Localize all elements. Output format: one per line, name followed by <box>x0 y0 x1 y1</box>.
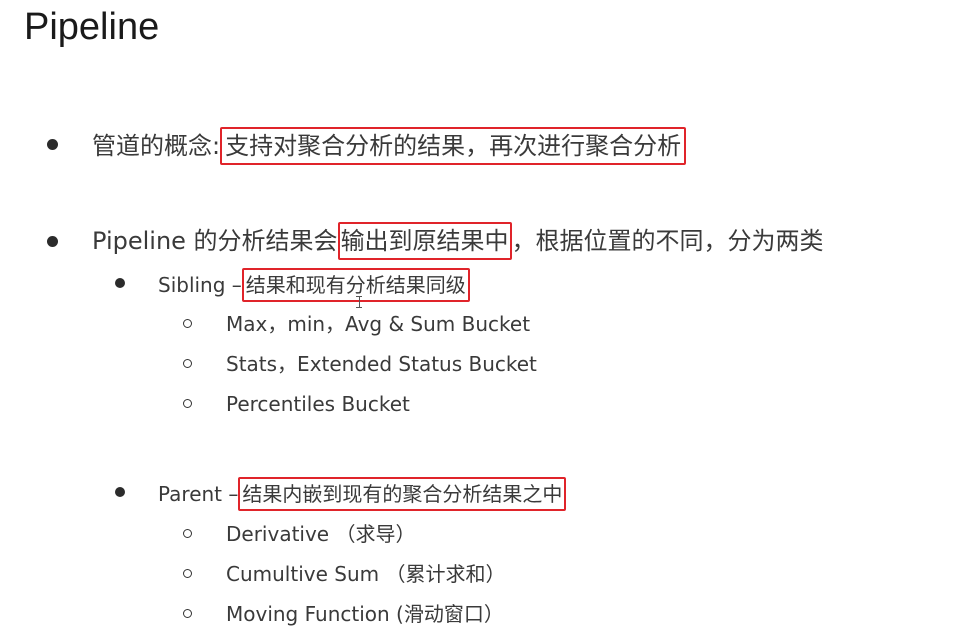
circle-bullet-icon <box>183 529 192 538</box>
bullet-concept-prefix: 管道的概念: <box>92 132 221 160</box>
sibling-item: Sibling – 结果和现有分析结果同级 <box>158 268 470 302</box>
parent-item: Parent – 结果内嵌到现有的聚合分析结果之中 <box>158 477 567 511</box>
sibling-prefix: Sibling – <box>158 273 242 297</box>
bullet-output: Pipeline 的分析结果会 输出到原结果中 ，根据位置的不同，分为两类 <box>92 222 824 260</box>
sibling-subitem: Percentiles Bucket <box>226 392 410 416</box>
circle-bullet-icon <box>183 319 192 328</box>
parent-highlight: 结果内嵌到现有的聚合分析结果之中 <box>238 477 567 511</box>
bullet-output-highlight: 输出到原结果中 <box>337 222 512 260</box>
bullet-dot-icon <box>47 139 58 150</box>
circle-bullet-icon <box>183 609 192 618</box>
text-cursor-icon <box>356 296 362 308</box>
parent-subitem: Derivative （求导） <box>226 522 416 546</box>
bullet-output-prefix: Pipeline 的分析结果会 <box>92 227 338 255</box>
sibling-subitem: Max，min，Avg & Sum Bucket <box>226 312 531 336</box>
slide-title: Pipeline <box>24 6 160 48</box>
parent-subitem: Cumultive Sum （累计求和） <box>226 562 506 586</box>
circle-bullet-icon <box>183 569 192 578</box>
circle-bullet-icon <box>183 399 192 408</box>
bullet-output-suffix: ，根据位置的不同，分为两类 <box>511 227 824 255</box>
bullet-dot-icon <box>115 487 125 497</box>
parent-prefix: Parent – <box>158 482 239 506</box>
bullet-concept: 管道的概念: 支持对聚合分析的结果，再次进行聚合分析 <box>92 127 687 165</box>
slide: Pipeline 管道的概念: 支持对聚合分析的结果，再次进行聚合分析 Pipe… <box>0 0 957 641</box>
sibling-subitem: Stats，Extended Status Bucket <box>226 352 537 376</box>
bullet-concept-highlight: 支持对聚合分析的结果，再次进行聚合分析 <box>220 127 687 165</box>
circle-bullet-icon <box>183 359 192 368</box>
parent-subitem: Moving Function (滑动窗口） <box>226 602 504 626</box>
bullet-dot-icon <box>47 236 58 247</box>
bullet-dot-icon <box>115 278 125 288</box>
